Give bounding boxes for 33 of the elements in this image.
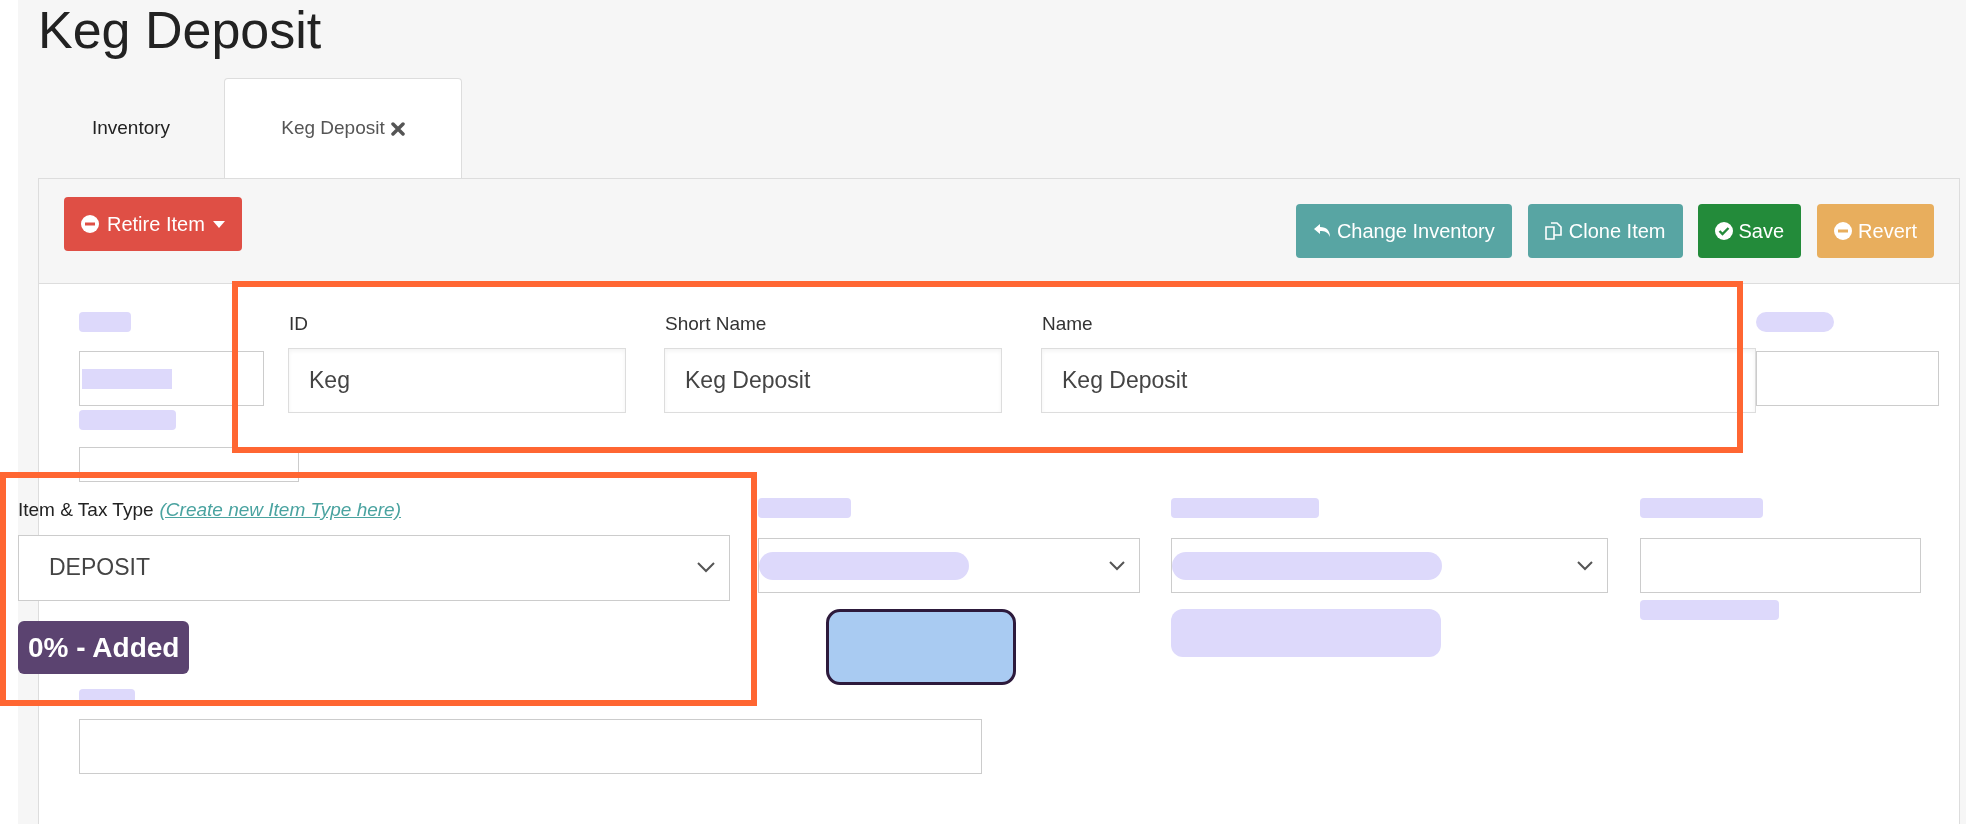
dropdown[interactable] (1171, 538, 1608, 593)
page-title: Keg Deposit (38, 0, 322, 58)
redaction-block (79, 312, 131, 332)
tax-badge: 0% - Added (18, 620, 190, 674)
reply-arrow-icon (1312, 223, 1331, 239)
dropdown[interactable]: DEPOSIT (18, 534, 730, 601)
blank-button[interactable] (826, 609, 1016, 685)
minus-circle-icon (81, 215, 99, 233)
input-field[interactable] (1756, 351, 1939, 406)
input-field[interactable] (1640, 538, 1921, 593)
copy-icon (1544, 222, 1563, 240)
field-label: Short Name (665, 312, 768, 336)
dropdown[interactable] (758, 538, 1140, 593)
close-icon[interactable] (390, 121, 405, 136)
input-field[interactable]: Keg (288, 348, 626, 413)
check-circle-icon (1714, 222, 1733, 240)
input-field[interactable] (79, 719, 982, 774)
tab[interactable]: Inventory (38, 78, 224, 178)
field-label: Item & Tax Type (18, 498, 154, 522)
input-field[interactable]: Keg Deposit (664, 348, 1002, 413)
minus-circle-icon (1834, 222, 1853, 240)
input-field[interactable] (79, 351, 264, 406)
save-button[interactable]: Save (1697, 204, 1802, 258)
input-field[interactable]: Keg Deposit (1041, 348, 1756, 413)
chevron-down-icon (1577, 560, 1593, 571)
field-label: Name (1042, 312, 1094, 336)
tab[interactable]: Keg Deposit (224, 78, 462, 178)
field-label: ID (289, 312, 309, 336)
chevron-down-icon (1109, 560, 1125, 571)
chevron-down-icon (697, 562, 715, 573)
retire-item-button[interactable]: Retire Item (64, 197, 242, 251)
caret-icon (212, 220, 225, 228)
dropdown-value: DEPOSIT (49, 553, 150, 583)
